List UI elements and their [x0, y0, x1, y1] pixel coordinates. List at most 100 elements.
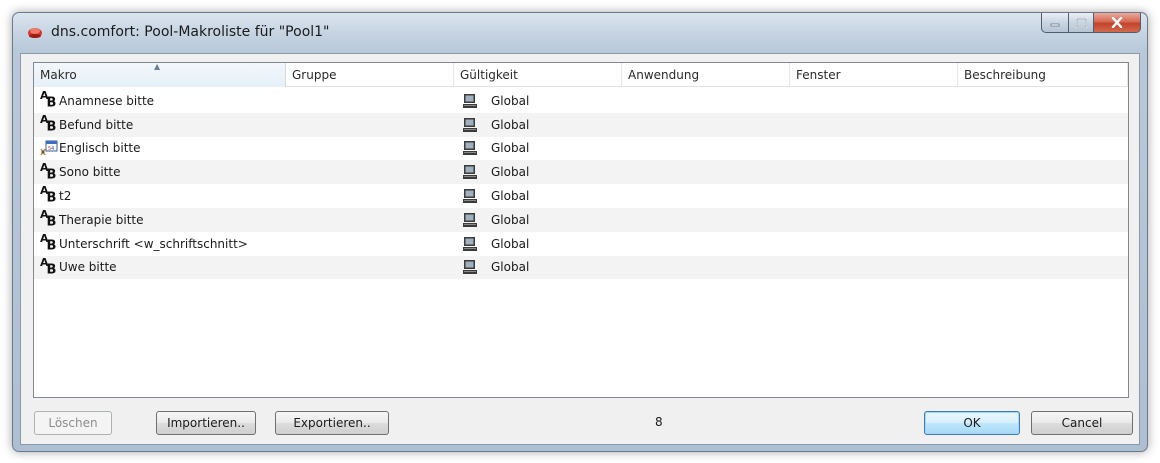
- text-macro-icon: AB: [40, 184, 56, 206]
- makro-cell: AB Unterschrift <w_schriftschnitt>: [34, 232, 286, 256]
- minimize-icon: [1050, 23, 1060, 26]
- title-bar[interactable]: dns.comfort: Pool-Makroliste für "Pool1": [13, 13, 1147, 53]
- beschreibung-cell: [958, 160, 1128, 184]
- table-row[interactable]: AB Unterschrift <w_schriftschnitt> Global: [34, 232, 1128, 256]
- gruppe-cell: [286, 137, 454, 161]
- table-row[interactable]: 5 4 Englisch bitte Global: [34, 137, 1128, 161]
- column-header-label: Makro: [40, 68, 77, 82]
- column-header-label: Beschreibung: [964, 68, 1046, 82]
- gueltigkeit-value: Global: [491, 236, 530, 251]
- window-title: dns.comfort: Pool-Makroliste für "Pool1": [51, 24, 330, 40]
- delete-button[interactable]: Löschen: [34, 411, 112, 435]
- macro-count: 8: [655, 415, 663, 429]
- gueltigkeit-value: Global: [491, 93, 530, 108]
- anwendung-cell: [622, 137, 790, 161]
- gruppe-cell: [286, 208, 454, 232]
- computer-icon: [463, 260, 477, 275]
- anwendung-cell: [622, 184, 790, 208]
- gruppe-cell: [286, 184, 454, 208]
- text-macro-icon: AB: [40, 208, 56, 230]
- makro-cell: 5 4 Englisch bitte: [34, 137, 286, 161]
- text-macro-icon: AB: [40, 113, 56, 135]
- text-macro-icon: AB: [40, 255, 56, 278]
- makro-name: Therapie bitte: [59, 212, 144, 227]
- sort-ascending-icon: ▲: [154, 62, 161, 71]
- import-button[interactable]: Importieren..: [156, 411, 256, 435]
- computer-icon: [463, 141, 477, 156]
- makro-name: Uwe bitte: [59, 260, 117, 275]
- anwendung-cell: [622, 232, 790, 256]
- table-row[interactable]: AB Uwe bitte Global: [34, 255, 1128, 280]
- makro-name: Unterschrift <w_schriftschnitt>: [59, 236, 248, 251]
- table-row[interactable]: AB Anamnese bitte Global: [34, 89, 1128, 113]
- computer-icon: [463, 93, 477, 108]
- makro-cell: AB Anamnese bitte: [34, 89, 286, 113]
- list-rows: AB Anamnese bitte Global AB Befund bitte G…: [34, 89, 1128, 280]
- table-row[interactable]: AB Therapie bitte Global: [34, 207, 1128, 232]
- fenster-cell: [790, 113, 958, 137]
- gueltigkeit-value: Global: [491, 189, 530, 204]
- anwendung-cell: [622, 256, 790, 280]
- column-header-gruppe[interactable]: Gruppe: [286, 63, 454, 87]
- beschreibung-cell: [958, 256, 1128, 280]
- macro-list[interactable]: ▲ Makro Gruppe Gültigkeit Anwendung Fens…: [33, 62, 1129, 398]
- column-header-makro[interactable]: ▲ Makro: [34, 62, 286, 87]
- column-header-gueltigkeit[interactable]: Gültigkeit: [454, 63, 622, 87]
- computer-icon: [463, 189, 477, 204]
- text-macro-icon: AB: [40, 160, 56, 182]
- script-macro-icon: 54: [40, 140, 58, 156]
- fenster-cell: [790, 137, 958, 161]
- gueltigkeit-value: Global: [491, 212, 530, 227]
- computer-icon: [463, 236, 477, 251]
- gueltigkeit-cell: Global: [454, 89, 622, 113]
- anwendung-cell: [622, 89, 790, 113]
- minimize-button[interactable]: [1041, 13, 1068, 33]
- text-macro-icon: AB: [40, 232, 56, 254]
- makro-name: Sono bitte: [59, 165, 121, 180]
- column-header-anwendung[interactable]: Anwendung: [622, 63, 790, 87]
- column-header-fenster[interactable]: Fenster: [790, 63, 958, 87]
- makro-name: Befund bitte: [59, 117, 134, 132]
- gueltigkeit-cell: Global: [454, 184, 622, 208]
- gueltigkeit-value: Global: [491, 117, 530, 132]
- gueltigkeit-value: Global: [491, 141, 530, 156]
- column-header-label: Fenster: [796, 68, 841, 82]
- close-button[interactable]: [1094, 13, 1141, 33]
- gueltigkeit-cell: Global: [454, 208, 622, 232]
- beschreibung-cell: [958, 137, 1128, 161]
- table-row[interactable]: AB Befund bitte Global: [34, 112, 1128, 137]
- fenster-cell: [790, 89, 958, 113]
- svg-text:4: 4: [51, 146, 54, 152]
- anwendung-cell: [622, 160, 790, 184]
- close-icon: [1111, 17, 1123, 28]
- computer-icon: [463, 117, 477, 132]
- export-button[interactable]: Exportieren..: [275, 411, 389, 435]
- makro-cell: AB Befund bitte: [34, 113, 286, 137]
- table-row[interactable]: AB Sono bitte Global: [34, 160, 1128, 185]
- gueltigkeit-value: Global: [491, 260, 530, 275]
- dragon-app-icon: [28, 28, 42, 38]
- beschreibung-cell: [958, 113, 1128, 137]
- gueltigkeit-value: Global: [491, 165, 530, 180]
- table-row[interactable]: AB t2 Global: [34, 184, 1128, 208]
- text-macro-icon: AB: [40, 89, 56, 111]
- beschreibung-cell: [958, 232, 1128, 256]
- fenster-cell: [790, 160, 958, 184]
- computer-icon: [463, 165, 477, 180]
- makro-name: t2: [59, 189, 72, 204]
- gruppe-cell: [286, 232, 454, 256]
- makro-cell: AB t2: [34, 184, 286, 208]
- fenster-cell: [790, 208, 958, 232]
- maximize-button[interactable]: [1068, 13, 1094, 33]
- computer-icon: [463, 212, 477, 227]
- column-header-beschreibung[interactable]: Beschreibung: [958, 63, 1128, 87]
- gueltigkeit-cell: Global: [454, 232, 622, 256]
- ok-button[interactable]: OK: [924, 411, 1020, 435]
- gueltigkeit-cell: Global: [454, 137, 622, 161]
- anwendung-cell: [622, 113, 790, 137]
- cancel-button[interactable]: Cancel: [1031, 411, 1133, 435]
- list-header: ▲ Makro Gruppe Gültigkeit Anwendung Fens…: [34, 62, 1128, 87]
- dialog-content: ▲ Makro Gruppe Gültigkeit Anwendung Fens…: [20, 53, 1140, 445]
- gueltigkeit-cell: Global: [454, 256, 622, 280]
- gueltigkeit-cell: Global: [454, 113, 622, 137]
